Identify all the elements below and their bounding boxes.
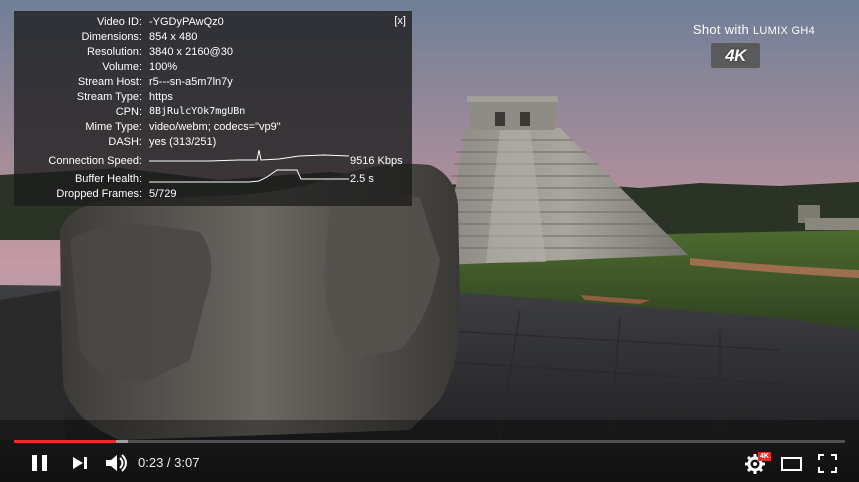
stat-value: yes (313/251) bbox=[149, 136, 217, 148]
progress-bar[interactable] bbox=[14, 440, 845, 443]
stat-row-stream-host: Stream Host: r5---sn-a5m7ln7y bbox=[14, 75, 412, 89]
stat-row-volume: Volume: 100% bbox=[14, 60, 412, 74]
volume-icon[interactable] bbox=[103, 449, 129, 477]
stat-row-mime-type: Mime Type: video/webm; codecs="vp9" bbox=[14, 120, 412, 134]
buffer-health-graph bbox=[149, 169, 349, 183]
stat-row-connection-speed: Connection Speed: 9516 Kbps bbox=[14, 150, 412, 168]
stat-value: r5---sn-a5m7ln7y bbox=[149, 76, 233, 88]
stat-value: -YGDyPAwQz0 bbox=[149, 16, 224, 28]
video-player[interactable]: [x] Video ID: -YGDyPAwQz0 Dimensions: 85… bbox=[0, 0, 859, 482]
stat-value: 2.5 s bbox=[350, 173, 374, 185]
stat-row-cpn: CPN: 8BjRulcYOk7mgUBn bbox=[14, 105, 412, 119]
stat-label: Video ID: bbox=[96, 16, 142, 28]
fullscreen-icon[interactable] bbox=[816, 449, 840, 477]
stat-row-stream-type: Stream Type: https bbox=[14, 90, 412, 104]
quality-badge: 4K bbox=[758, 452, 771, 461]
stat-row-dropped-frames: Dropped Frames: 5/729 bbox=[14, 187, 412, 201]
stat-row-buffer-health: Buffer Health: 2.5 s bbox=[14, 169, 412, 186]
stat-label: Buffer Health: bbox=[74, 173, 142, 185]
watermark-prefix: Shot with bbox=[692, 22, 750, 37]
theater-mode-icon[interactable] bbox=[780, 449, 804, 477]
next-icon[interactable] bbox=[69, 449, 91, 477]
stat-label: DASH: bbox=[108, 136, 142, 148]
stat-value: https bbox=[149, 91, 173, 103]
stat-value: 8BjRulcYOk7mgUBn bbox=[149, 106, 246, 117]
stat-label: Mime Type: bbox=[85, 121, 142, 133]
stat-label: Stream Type: bbox=[76, 91, 142, 103]
stat-row-dash: DASH: yes (313/251) bbox=[14, 135, 412, 149]
stat-label: Stream Host: bbox=[77, 76, 142, 88]
pause-icon[interactable] bbox=[28, 449, 52, 477]
stat-value: 5/729 bbox=[149, 188, 177, 200]
connection-speed-graph bbox=[149, 150, 349, 162]
stat-label: Resolution: bbox=[86, 46, 142, 58]
time-display: 0:23 / 3:07 bbox=[138, 455, 200, 470]
stats-for-nerds-panel: [x] Video ID: -YGDyPAwQz0 Dimensions: 85… bbox=[14, 11, 412, 206]
4k-watermark-badge: 4K bbox=[711, 43, 760, 68]
stat-label: Dropped Frames: bbox=[56, 188, 142, 200]
stat-label: Dimensions: bbox=[81, 31, 142, 43]
stat-value: 9516 Kbps bbox=[350, 155, 403, 167]
progress-played bbox=[14, 440, 117, 443]
stat-label: CPN: bbox=[115, 106, 142, 118]
stat-value: 854 x 480 bbox=[149, 31, 198, 43]
camera-watermark: Shot with LUMIX GH4 bbox=[693, 22, 815, 37]
stat-row-resolution: Resolution: 3840 x 2160@30 bbox=[14, 45, 412, 59]
stat-label: Connection Speed: bbox=[48, 155, 142, 167]
stat-label: Volume: bbox=[102, 61, 142, 73]
watermark-camera: LUMIX GH4 bbox=[753, 25, 815, 37]
stat-row-video-id: Video ID: -YGDyPAwQz0 bbox=[14, 15, 412, 29]
stat-value: 100% bbox=[149, 61, 178, 73]
stat-value: video/webm; codecs="vp9" bbox=[149, 121, 281, 133]
stat-row-dimensions: Dimensions: 854 x 480 bbox=[14, 30, 412, 44]
stat-value: 3840 x 2160@30 bbox=[149, 46, 233, 58]
